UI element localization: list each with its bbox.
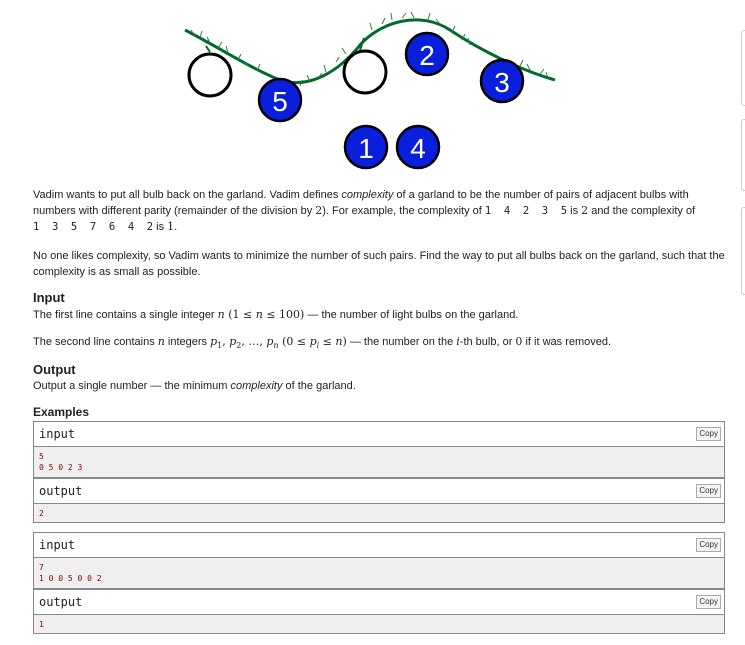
example-2-input-header: input Copy	[34, 533, 724, 558]
text: Output a single number — the minimum	[33, 380, 231, 392]
bulb-4: 4	[395, 124, 441, 170]
garland-illustration: 5 2 3 1 4	[184, 11, 556, 170]
term-complexity: complexity	[230, 380, 283, 392]
example-1-output-header: output Copy	[34, 478, 724, 504]
text: — the number on the	[346, 336, 457, 348]
output-line: Output a single number — the minimum com…	[33, 378, 728, 394]
text: if it was removed.	[522, 336, 612, 348]
text: is	[153, 221, 168, 233]
bulb-2: 2	[404, 31, 450, 77]
text: of the garland.	[282, 380, 356, 392]
svg-text:1: 1	[358, 133, 374, 164]
math: p	[309, 335, 317, 348]
bulb-3: 3	[479, 58, 525, 104]
sequence-example-2: 1 3 5 7 6 4 2	[33, 221, 154, 233]
sequence-example-1: 1 4 2 3 5	[484, 205, 568, 217]
copy-button[interactable]: Copy	[696, 538, 721, 552]
math: n	[217, 308, 225, 321]
copy-button[interactable]: Copy	[696, 484, 721, 498]
svg-text:3: 3	[494, 67, 510, 98]
svg-text:5: 5	[272, 86, 288, 117]
math: ≤ 100)	[262, 308, 305, 321]
example-1-input-header: input Copy	[34, 422, 724, 447]
text: ). For example, the complexity of	[322, 205, 485, 217]
input-label: input	[39, 427, 76, 441]
input-line-2: The second line contains n integers p1, …	[33, 334, 728, 354]
example-1-output-data[interactable]: 2	[34, 504, 724, 522]
empty-socket-middle	[342, 37, 388, 95]
text: -th bulb, or	[459, 336, 516, 348]
statement-paragraph-2: No one likes complexity, so Vadim wants …	[33, 248, 728, 280]
input-section: Input	[33, 290, 728, 305]
example-2-output-data[interactable]: 1	[34, 615, 724, 633]
bulb-5: 5	[257, 77, 303, 123]
text: No one likes complexity, so Vadim wants …	[33, 250, 725, 278]
term-complexity: complexity	[341, 189, 394, 201]
math: n	[255, 308, 263, 321]
examples-title: Examples	[33, 405, 90, 419]
input-line: 7	[39, 563, 44, 572]
example-1: input Copy 5 0 5 0 2 3 output Copy 2	[33, 421, 725, 523]
math: (1 ≤	[224, 308, 256, 321]
section-title-output: Output	[33, 362, 76, 377]
output-section: Output	[33, 362, 728, 377]
text: integers	[164, 336, 211, 348]
math: ≤	[319, 335, 336, 348]
svg-text:2: 2	[419, 40, 435, 71]
math: n	[335, 335, 343, 348]
svg-text:4: 4	[410, 133, 426, 164]
text: The first line contains a single integer	[33, 309, 218, 321]
text: is	[567, 205, 582, 217]
text: .	[174, 221, 178, 233]
input-label: input	[39, 538, 76, 552]
scrollbar-segment-bottom[interactable]	[741, 207, 745, 295]
statement-paragraph-1: Vadim wants to put all bulb back on the …	[33, 187, 728, 235]
text: The second line contains	[33, 336, 158, 348]
input-line-1: The first line contains a single integer…	[33, 307, 728, 323]
math: n	[157, 335, 165, 348]
output-label: output	[39, 484, 83, 498]
copy-button[interactable]: Copy	[696, 427, 721, 441]
bulb-1: 1	[343, 124, 389, 170]
input-line: 0 5 0 2 3	[39, 463, 83, 472]
text: and the complexity of	[588, 205, 696, 217]
input-line: 5	[39, 452, 44, 461]
math: (0 ≤	[278, 335, 310, 348]
example-1-input-data[interactable]: 5 0 5 0 2 3	[34, 447, 724, 478]
math: , …,	[241, 335, 267, 348]
text: — the number of light bulbs on the garla…	[304, 309, 519, 321]
example-2-output-header: output Copy	[34, 589, 724, 615]
copy-button[interactable]: Copy	[696, 595, 721, 609]
output-line: 2	[39, 509, 44, 518]
output-line: 1	[39, 620, 44, 629]
text: Vadim wants to put all bulb back on the …	[33, 189, 342, 201]
example-2: input Copy 7 1 0 0 5 0 0 2 output Copy 1	[33, 532, 725, 634]
output-label: output	[39, 595, 83, 609]
examples-section: Examples	[33, 405, 728, 419]
section-title-input: Input	[33, 290, 65, 305]
example-2-input-data[interactable]: 7 1 0 0 5 0 0 2	[34, 558, 724, 589]
input-line: 1 0 0 5 0 0 2	[39, 574, 102, 583]
